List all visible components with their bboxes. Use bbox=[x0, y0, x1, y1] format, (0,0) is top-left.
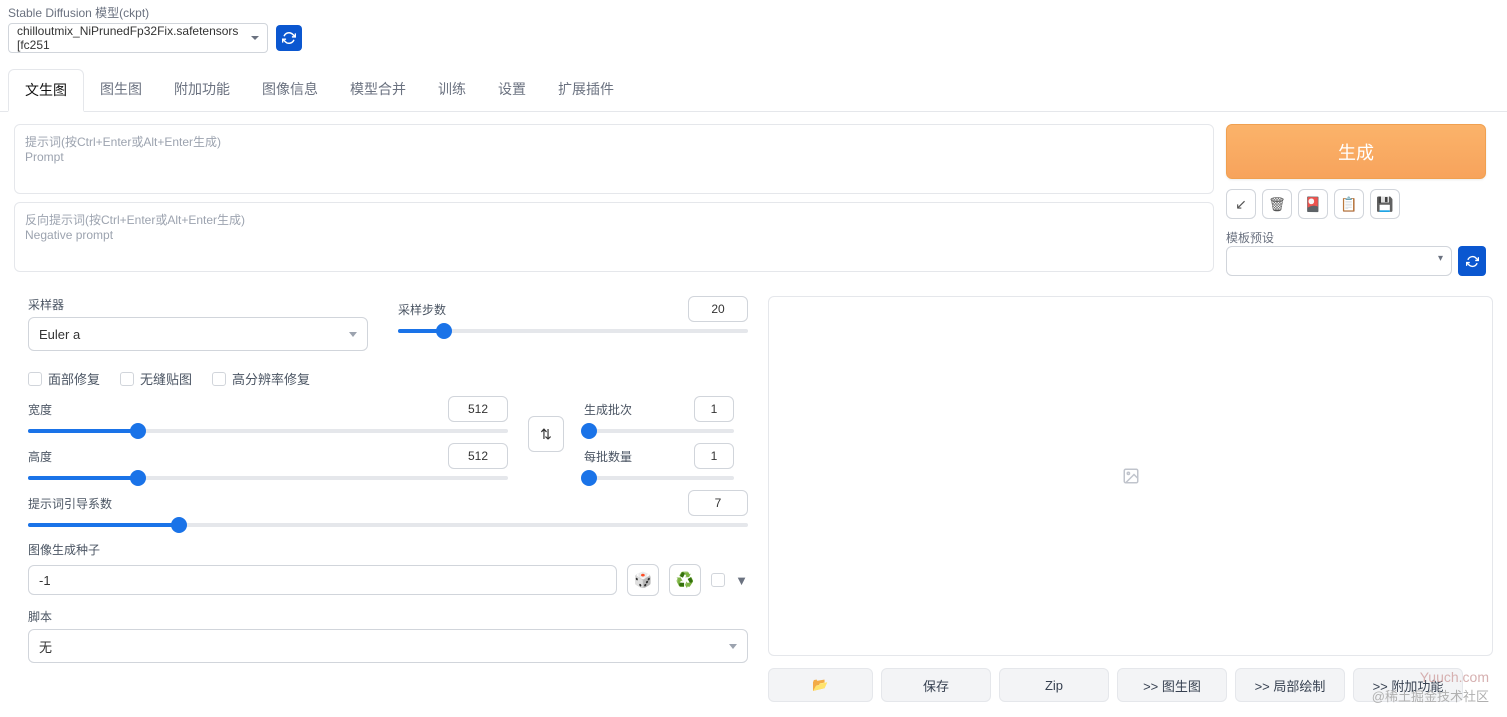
batch-size-value[interactable]: 1 bbox=[694, 443, 734, 469]
refresh-icon bbox=[1466, 255, 1479, 268]
preset-select[interactable] bbox=[1226, 246, 1452, 276]
width-label: 宽度 bbox=[28, 401, 52, 418]
neg-prompt-placeholder-cn: 反向提示词(按Ctrl+Enter或Alt+Enter生成) bbox=[25, 211, 1203, 228]
sampler-value: Euler a bbox=[39, 327, 80, 342]
neg-prompt-placeholder-en: Negative prompt bbox=[25, 228, 1203, 242]
tiling-label: 无缝贴图 bbox=[140, 369, 192, 388]
refresh-icon bbox=[282, 31, 296, 45]
send-inpaint-button[interactable]: >> 局部绘制 bbox=[1235, 668, 1345, 702]
script-label: 脚本 bbox=[28, 608, 748, 625]
tab-pnginfo[interactable]: 图像信息 bbox=[246, 69, 334, 111]
preset-label: 模板预设 bbox=[1226, 229, 1486, 246]
tab-extensions[interactable]: 扩展插件 bbox=[542, 69, 630, 111]
steps-label: 采样步数 bbox=[398, 301, 446, 318]
height-slider[interactable] bbox=[28, 476, 508, 480]
face-restore-checkbox[interactable]: 面部修复 bbox=[28, 369, 100, 388]
open-folder-button[interactable]: 📂 bbox=[768, 668, 873, 702]
face-restore-label: 面部修复 bbox=[48, 369, 100, 388]
height-value[interactable]: 512 bbox=[448, 443, 508, 469]
tiling-checkbox[interactable]: 无缝贴图 bbox=[120, 369, 192, 388]
batch-count-slider[interactable] bbox=[584, 429, 734, 433]
model-checkpoint-select[interactable]: chilloutmix_NiPrunedFp32Fix.safetensors … bbox=[8, 23, 268, 53]
seed-extra-toggle[interactable]: ▼ bbox=[735, 573, 748, 588]
batch-size-slider[interactable] bbox=[584, 476, 734, 480]
save-button[interactable]: 保存 bbox=[881, 668, 991, 702]
tab-settings[interactable]: 设置 bbox=[482, 69, 542, 111]
pencil-icon: ↙ bbox=[1235, 196, 1247, 213]
width-value[interactable]: 512 bbox=[448, 396, 508, 422]
send-img2img-button[interactable]: >> 图生图 bbox=[1117, 668, 1227, 702]
swap-dimensions-button[interactable]: ⇅ bbox=[528, 416, 564, 452]
seed-extra-checkbox[interactable] bbox=[711, 573, 725, 587]
width-slider[interactable] bbox=[28, 429, 508, 433]
clear-button[interactable]: 🗑 bbox=[1262, 189, 1292, 219]
styles-button[interactable]: 🎴 bbox=[1298, 189, 1328, 219]
cfg-label: 提示词引导系数 bbox=[28, 495, 112, 512]
tab-train[interactable]: 训练 bbox=[422, 69, 482, 111]
sampler-label: 采样器 bbox=[28, 296, 368, 313]
prompt-placeholder-cn: 提示词(按Ctrl+Enter或Alt+Enter生成) bbox=[25, 133, 1203, 150]
folder-icon: 📂 bbox=[812, 677, 828, 693]
batch-count-value[interactable]: 1 bbox=[694, 396, 734, 422]
save-style-button[interactable]: 💾 bbox=[1370, 189, 1400, 219]
steps-slider[interactable] bbox=[398, 329, 748, 333]
save-icon: 💾 bbox=[1376, 196, 1393, 213]
tab-merge[interactable]: 模型合并 bbox=[334, 69, 422, 111]
seed-label: 图像生成种子 bbox=[28, 541, 748, 558]
generate-button[interactable]: 生成 bbox=[1226, 124, 1486, 179]
image-placeholder-icon bbox=[1122, 467, 1140, 485]
refresh-model-button[interactable] bbox=[276, 25, 302, 51]
trash-icon: 🗑 bbox=[1268, 196, 1286, 213]
cfg-slider[interactable] bbox=[28, 523, 748, 527]
watermark-site: Yuuch.com bbox=[1420, 669, 1489, 685]
script-select[interactable]: 无 bbox=[28, 629, 748, 663]
swap-icon: ⇅ bbox=[540, 426, 552, 443]
tab-extras[interactable]: 附加功能 bbox=[158, 69, 246, 111]
height-label: 高度 bbox=[28, 448, 52, 465]
model-label: Stable Diffusion 模型(ckpt) bbox=[8, 4, 1499, 21]
model-selected-value: chilloutmix_NiPrunedFp32Fix.safetensors … bbox=[17, 24, 243, 52]
prompt-placeholder-en: Prompt bbox=[25, 150, 1203, 164]
seed-value: -1 bbox=[39, 573, 51, 588]
refresh-preset-button[interactable] bbox=[1458, 246, 1486, 276]
sampler-select[interactable]: Euler a bbox=[28, 317, 368, 351]
batch-count-label: 生成批次 bbox=[584, 401, 632, 418]
seed-input[interactable]: -1 bbox=[28, 565, 617, 595]
zip-button[interactable]: Zip bbox=[999, 668, 1109, 702]
reuse-seed-button[interactable]: ♻️ bbox=[669, 564, 701, 596]
tab-txt2img[interactable]: 文生图 bbox=[8, 69, 84, 112]
prompt-input[interactable]: 提示词(按Ctrl+Enter或Alt+Enter生成) Prompt bbox=[14, 124, 1214, 194]
output-gallery bbox=[768, 296, 1493, 656]
random-seed-button[interactable]: 🎲 bbox=[627, 564, 659, 596]
main-tabs: 文生图 图生图 附加功能 图像信息 模型合并 训练 设置 扩展插件 bbox=[0, 69, 1507, 112]
hires-fix-label: 高分辨率修复 bbox=[232, 369, 310, 388]
cfg-value[interactable]: 7 bbox=[688, 490, 748, 516]
art-icon: 🎴 bbox=[1304, 196, 1321, 213]
batch-size-label: 每批数量 bbox=[584, 448, 632, 465]
paste-button[interactable]: 📋 bbox=[1334, 189, 1364, 219]
dice-icon: 🎲 bbox=[634, 571, 653, 589]
recycle-icon: ♻️ bbox=[676, 571, 695, 589]
watermark-community: @稀土掘金技术社区 bbox=[1372, 686, 1489, 705]
arrow-button[interactable]: ↙ bbox=[1226, 189, 1256, 219]
clipboard-icon: 📋 bbox=[1340, 196, 1357, 213]
tab-img2img[interactable]: 图生图 bbox=[84, 69, 158, 111]
negative-prompt-input[interactable]: 反向提示词(按Ctrl+Enter或Alt+Enter生成) Negative … bbox=[14, 202, 1214, 272]
script-value: 无 bbox=[39, 637, 52, 656]
hires-fix-checkbox[interactable]: 高分辨率修复 bbox=[212, 369, 310, 388]
steps-value[interactable]: 20 bbox=[688, 296, 748, 322]
